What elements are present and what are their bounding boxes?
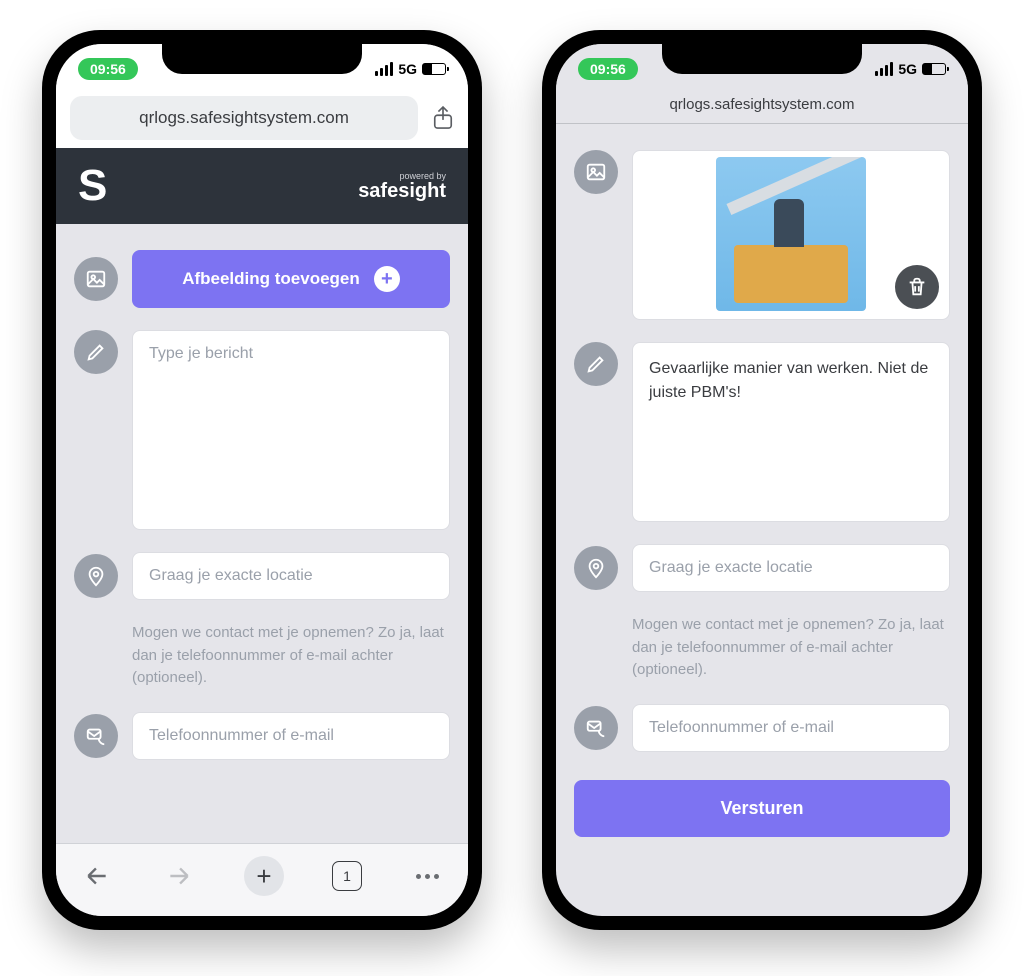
message-input[interactable]: Gevaarlijke manier van werken. Niet de j… [632, 342, 950, 522]
back-button[interactable] [80, 859, 114, 893]
image-icon [74, 257, 118, 301]
add-image-label: Afbeelding toevoegen [182, 269, 360, 289]
network-label: 5G [398, 61, 417, 77]
app-header: S powered by safesight [56, 148, 468, 224]
browser-address-bar: qrlogs.safesightsystem.com [56, 88, 468, 148]
tabs-button[interactable]: 1 [332, 861, 362, 891]
message-input[interactable]: Type je bericht [132, 330, 450, 530]
app-logo: S [78, 164, 107, 208]
delete-image-button[interactable] [895, 265, 939, 309]
contact-icon [574, 706, 618, 750]
uploaded-image-card [632, 150, 950, 320]
signal-icon [375, 62, 393, 76]
location-icon [574, 546, 618, 590]
contact-hint: Mogen we contact met je opnemen? Zo ja, … [132, 622, 450, 690]
url-field[interactable]: qrlogs.safesightsystem.com [556, 88, 968, 124]
new-tab-button[interactable]: + [244, 856, 284, 896]
plus-icon: + [374, 266, 400, 292]
url-field[interactable]: qrlogs.safesightsystem.com [70, 96, 418, 140]
location-icon [74, 554, 118, 598]
uploaded-image-thumbnail[interactable] [716, 157, 866, 311]
notch [162, 44, 362, 74]
status-time: 09:56 [578, 58, 638, 80]
location-input[interactable]: Graag je exacte locatie [132, 552, 450, 600]
battery-icon [922, 63, 946, 75]
battery-icon [422, 63, 446, 75]
image-icon [574, 150, 618, 194]
browser-toolbar: + 1 [56, 843, 468, 916]
notch [662, 44, 862, 74]
pencil-icon [574, 342, 618, 386]
network-label: 5G [898, 61, 917, 77]
powered-by: powered by safesight [358, 171, 446, 202]
add-image-button[interactable]: Afbeelding toevoegen + [132, 250, 450, 308]
location-input[interactable]: Graag je exacte locatie [632, 544, 950, 592]
forward-button[interactable] [162, 859, 196, 893]
contact-input[interactable]: Telefoonnummer of e-mail [132, 712, 450, 760]
status-time: 09:56 [78, 58, 138, 80]
signal-icon [875, 62, 893, 76]
pencil-icon [74, 330, 118, 374]
submit-button[interactable]: Versturen [574, 780, 950, 837]
menu-button[interactable] [410, 859, 444, 893]
phone-left: 09:56 5G qrlogs.safesightsystem.com S po… [42, 30, 482, 930]
contact-hint: Mogen we contact met je opnemen? Zo ja, … [632, 614, 950, 682]
contact-input[interactable]: Telefoonnummer of e-mail [632, 704, 950, 752]
share-icon[interactable] [432, 105, 454, 131]
contact-icon [74, 714, 118, 758]
phone-right: 09:56 5G qrlogs.safesightsystem.com [542, 30, 982, 930]
